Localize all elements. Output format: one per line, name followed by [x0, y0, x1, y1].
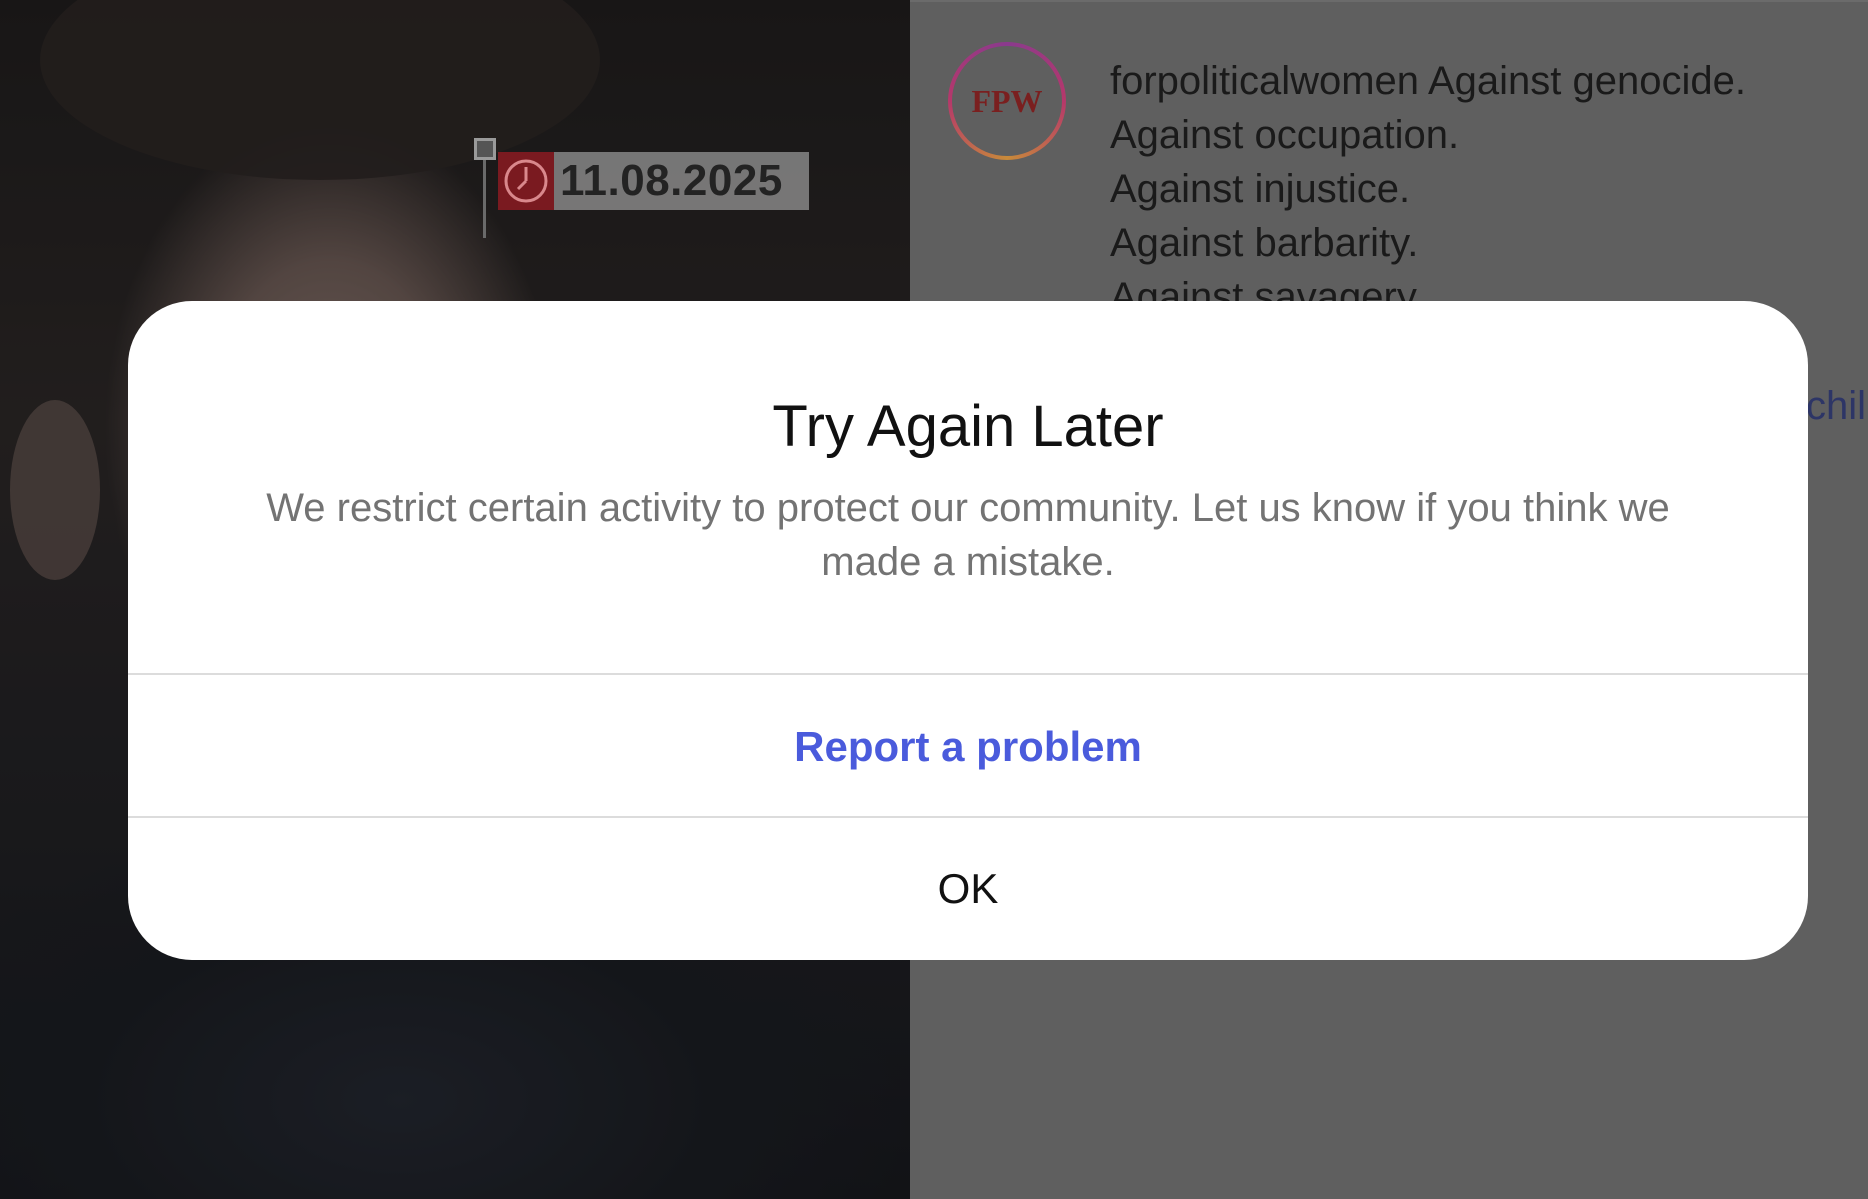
- dialog-title: Try Again Later: [772, 394, 1164, 459]
- caption-link[interactable]: chil: [1806, 384, 1866, 429]
- try-again-dialog: Try Again Later We restrict certain acti…: [128, 301, 1808, 960]
- dialog-message: We restrict certain activity to protect …: [266, 486, 1670, 584]
- caption-line: Against injustice.: [1110, 167, 1411, 211]
- caption-line: Against genocide.: [1427, 59, 1746, 103]
- username-link[interactable]: forpoliticalwomen: [1110, 59, 1419, 103]
- caption-line: Against barbarity.: [1110, 221, 1419, 265]
- ok-button[interactable]: OK: [128, 817, 1808, 960]
- avatar-logo: FPW: [952, 46, 1062, 156]
- date-marker-icon: [474, 138, 496, 160]
- date-text: 11.08.2025: [554, 152, 809, 210]
- avatar[interactable]: FPW: [948, 42, 1066, 160]
- caption-line: Against occupation.: [1110, 113, 1460, 157]
- screen: 11.08.2025 FPW forpoliticalwomen Against…: [0, 0, 1868, 1199]
- post-caption: forpoliticalwomen Against genocide. Agai…: [1110, 54, 1868, 324]
- date-marker-line: [483, 160, 486, 238]
- report-problem-button[interactable]: Report a problem: [128, 675, 1808, 818]
- clock-icon: [498, 152, 554, 210]
- date-tag: 11.08.2025: [498, 152, 809, 210]
